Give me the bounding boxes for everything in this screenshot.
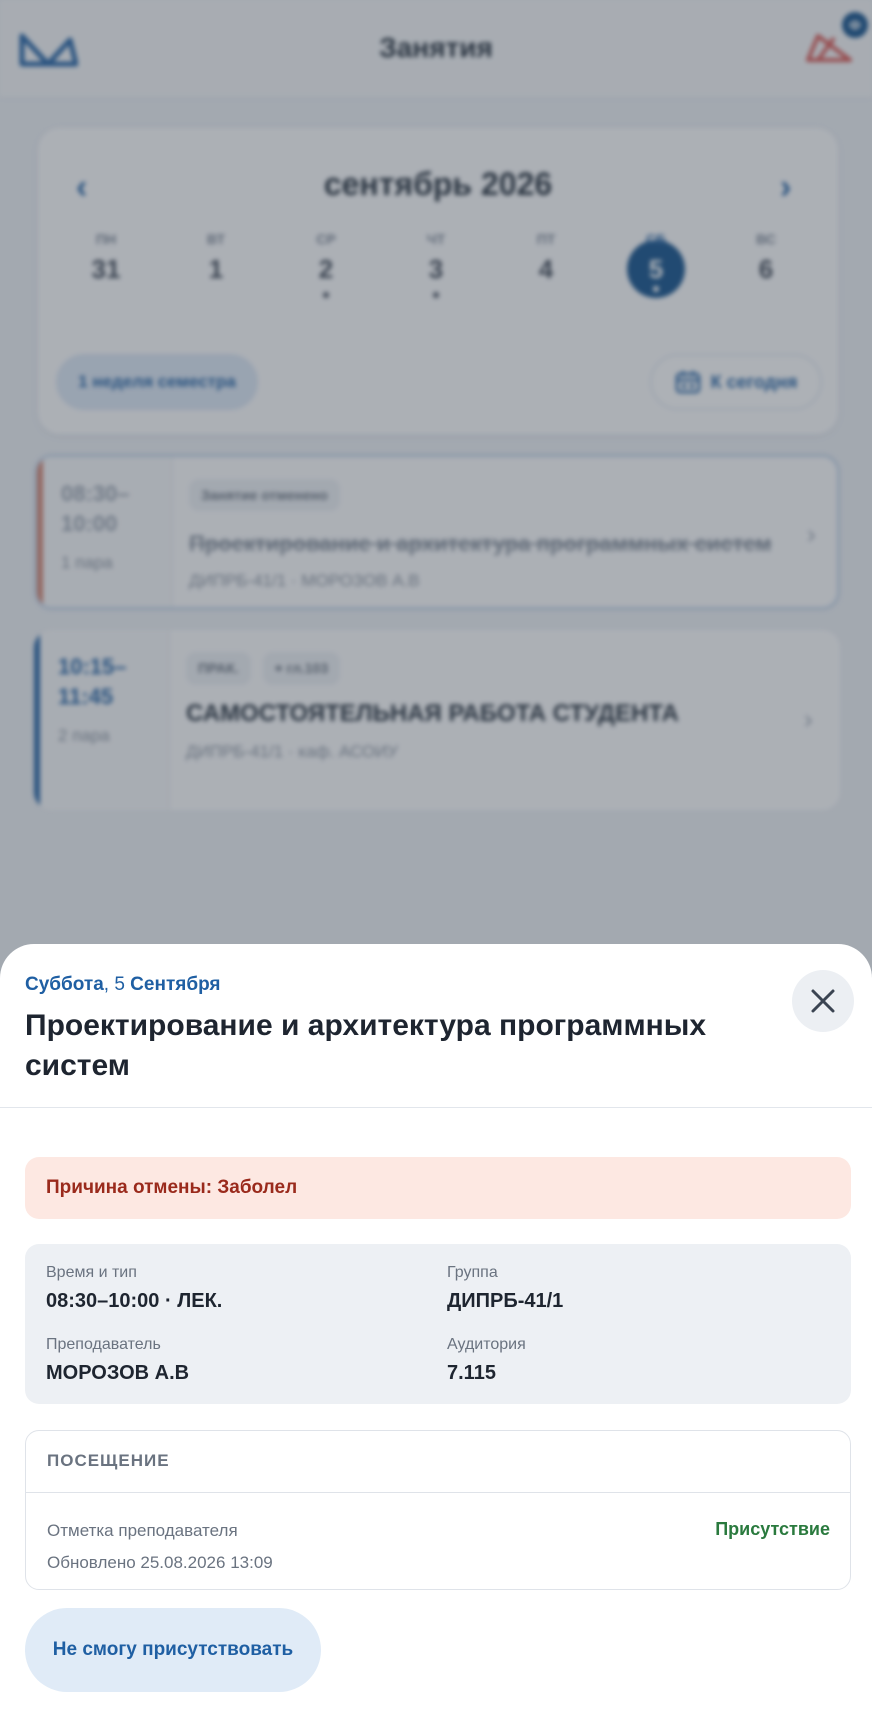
sheet-date-separator: , <box>103 974 115 995</box>
info-room: Аудитория 7.115 <box>447 1336 526 1385</box>
info-time-label: Время и тип <box>46 1264 137 1281</box>
info-group: Группа ДИПРБ-41/1 <box>447 1264 563 1313</box>
attendance-status: Присутствие <box>715 1519 830 1539</box>
lesson-info-card: Время и тип 08:30–10:00 · ЛЕК. Группа ДИ… <box>25 1244 851 1404</box>
attendance-updated: Обновлено 25.08.2026 13:09 <box>47 1553 273 1572</box>
cancel-reason-banner: Причина отмены: Заболел <box>25 1157 851 1219</box>
sheet-divider <box>0 1107 872 1108</box>
sheet-date-month: Сентября <box>124 974 221 995</box>
sheet-date-day: 5 <box>114 974 125 995</box>
attendance-heading: ПОСЕЩЕНИЕ <box>47 1451 170 1470</box>
info-teacher-value: МОРОЗОВ А.В <box>46 1362 190 1384</box>
info-room-value: 7.115 <box>447 1362 496 1384</box>
info-teacher: Преподаватель МОРОЗОВ А.В <box>46 1336 189 1385</box>
sheet-title: Проектирование и архитектура программных… <box>25 1009 707 1082</box>
info-teacher-label: Преподаватель <box>46 1336 161 1353</box>
cant-attend-button[interactable]: Не смогу присутствовать <box>25 1608 321 1692</box>
attendance-divider <box>26 1492 850 1493</box>
info-time-value: 08:30–10:00 · ЛЕК. <box>46 1290 223 1312</box>
info-group-label: Группа <box>447 1264 498 1281</box>
lesson-details-sheet: Суббота, 5 Сентября Проектирование и арх… <box>0 944 872 1722</box>
attendance-mark-label: Отметка преподавателя <box>47 1521 238 1540</box>
info-time: Время и тип 08:30–10:00 · ЛЕК. <box>46 1264 222 1313</box>
info-room-label: Аудитория <box>447 1336 526 1353</box>
close-icon <box>811 989 835 1013</box>
close-button[interactable] <box>792 970 854 1032</box>
attendance-card: ПОСЕЩЕНИЕ Отметка преподавателя Присутст… <box>25 1430 851 1590</box>
sheet-date: Суббота, 5 Сентября <box>25 974 221 996</box>
sheet-date-weekday: Суббота <box>25 974 104 995</box>
info-group-value: ДИПРБ-41/1 <box>447 1290 564 1312</box>
